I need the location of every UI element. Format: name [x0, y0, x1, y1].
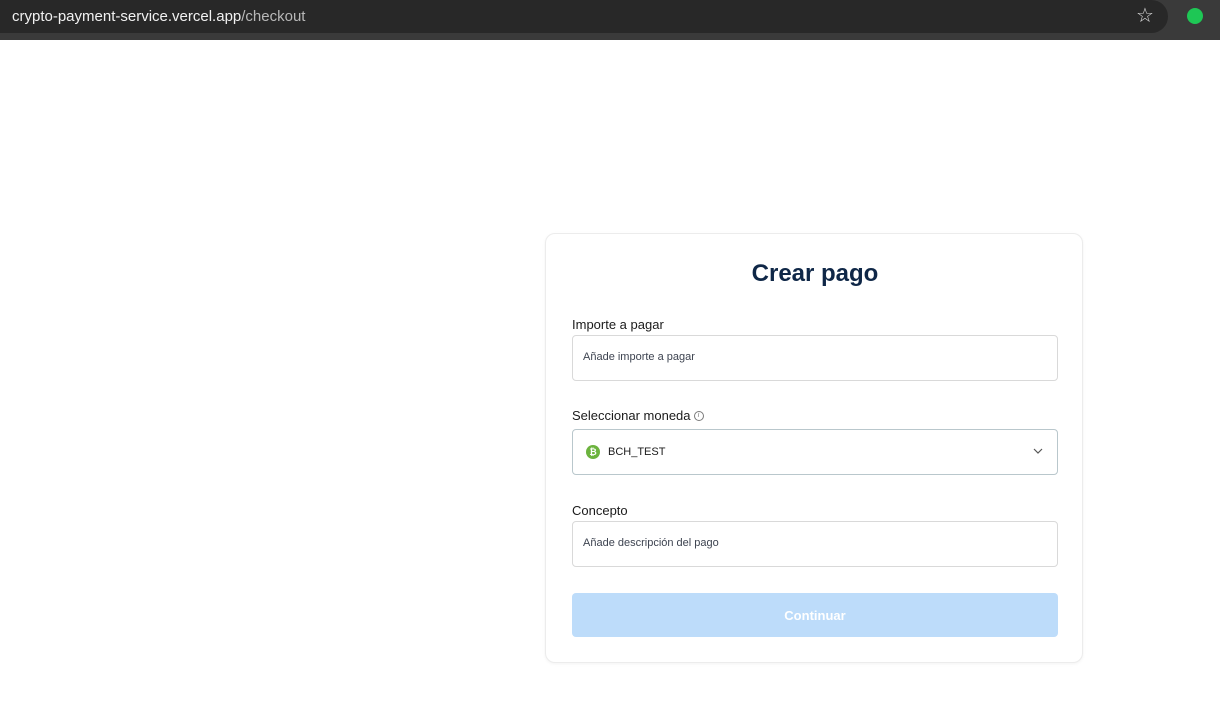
amount-input[interactable]: Añade importe a pagar — [572, 335, 1058, 381]
url-path: /checkout — [241, 8, 306, 25]
concept-label: Concepto — [572, 503, 628, 518]
currency-selected-value: BCH_TEST — [608, 446, 666, 458]
url-host: crypto-payment-service.vercel.app — [12, 8, 242, 25]
currency-select[interactable]: ₿ BCH_TEST — [572, 429, 1058, 475]
create-payment-card: Crear pago Importe a pagar Añade importe… — [545, 233, 1083, 663]
url-text[interactable]: crypto-payment-service.vercel.app/checko… — [12, 8, 305, 25]
amount-placeholder: Añade importe a pagar — [583, 351, 695, 363]
star-icon[interactable]: ☆ — [1135, 6, 1155, 26]
address-bar[interactable]: crypto-payment-service.vercel.app/checko… — [0, 0, 1168, 33]
browser-toolbar: crypto-payment-service.vercel.app/checko… — [0, 0, 1220, 40]
chevron-down-icon — [1033, 448, 1043, 454]
bitcoin-cash-icon: ₿ — [586, 445, 600, 459]
concept-placeholder: Añade descripción del pago — [583, 537, 719, 549]
currency-label: Seleccionar moneda — [572, 408, 691, 423]
concept-input[interactable]: Añade descripción del pago — [572, 521, 1058, 567]
currency-label-row: Seleccionar moneda i — [572, 408, 704, 423]
continue-button[interactable]: Continuar — [572, 593, 1058, 637]
page-title: Crear pago — [751, 260, 879, 287]
amount-label: Importe a pagar — [572, 317, 664, 332]
extension-status-icon[interactable] — [1187, 8, 1203, 24]
info-icon[interactable]: i — [693, 411, 704, 421]
